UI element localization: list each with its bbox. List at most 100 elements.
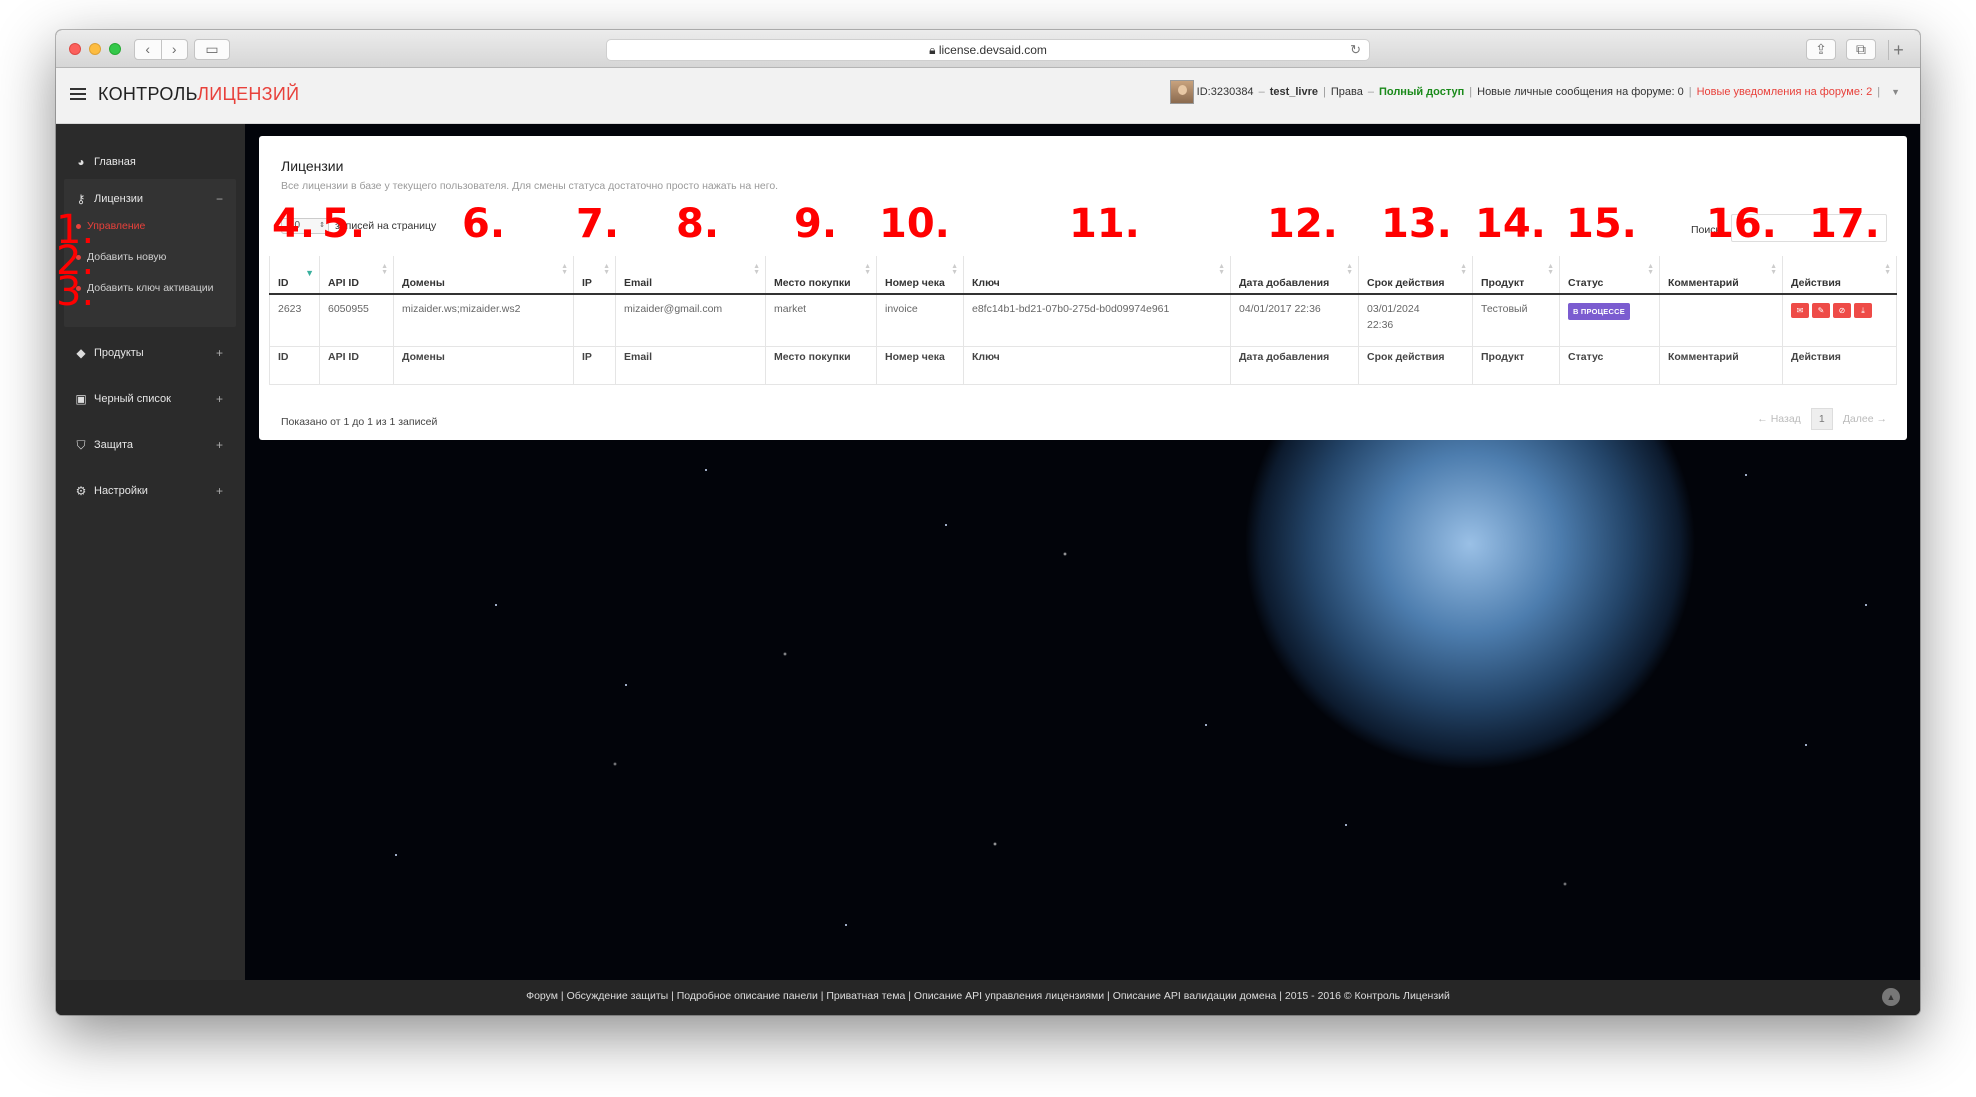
back-arrow-icon[interactable]: ‹ — [135, 40, 161, 59]
expand-icon[interactable]: + — [216, 438, 223, 452]
annotation-number: 6. — [462, 201, 506, 247]
minimize-window-button[interactable] — [89, 43, 101, 55]
col-footer-api-id: API ID — [319, 345, 394, 385]
forum-notifications[interactable]: Новые уведомления на форуме: 2 — [1697, 86, 1873, 98]
separator: | — [1469, 86, 1473, 98]
cell-added: 04/01/2017 22:36 — [1230, 293, 1359, 347]
sort-icon: ▲ ▼ — [1770, 263, 1777, 276]
col-footer-status: Статус — [1559, 345, 1660, 385]
separator: – — [1367, 86, 1374, 98]
sort-icon: ▲ ▼ — [1647, 263, 1654, 276]
cell-comment — [1659, 293, 1783, 347]
menu-icon[interactable] — [70, 88, 86, 100]
zoom-window-button[interactable] — [109, 43, 121, 55]
col-footer-expires: Срок действия — [1358, 345, 1473, 385]
col-header-api-id[interactable]: 5. API ID ▲ ▼ — [319, 204, 394, 295]
col-header-product[interactable]: 14. Продукт ▲ ▼ — [1472, 204, 1560, 295]
tabs-overview-icon[interactable]: ⧉ — [1846, 39, 1876, 60]
sidebar-item-home[interactable]: ◕ Главная — [56, 147, 245, 177]
cell-api-id: 6050955 — [319, 293, 394, 347]
reload-icon[interactable]: ↻ — [1350, 40, 1361, 60]
expand-icon[interactable]: + — [216, 392, 223, 406]
pagination: ← Назад 1 Далее → — [1757, 408, 1887, 430]
sort-icon: ▲ ▼ — [951, 263, 958, 276]
col-header-expires[interactable]: 13. Срок действия ▲ ▼ — [1358, 204, 1473, 295]
annotation-number: 9. — [794, 201, 838, 247]
envelope-icon[interactable]: ✉ — [1791, 303, 1809, 318]
share-icon[interactable]: ⇪ — [1806, 39, 1836, 60]
rights-value: Полный доступ — [1378, 86, 1465, 98]
col-header-id[interactable]: 4. ID ▼ — [269, 204, 320, 295]
status-badge[interactable]: В ПРОЦЕССЕ — [1568, 303, 1630, 320]
col-header-comment[interactable]: 16. Комментарий ▲ ▼ — [1659, 204, 1783, 295]
col-footer-product: Продукт — [1472, 345, 1560, 385]
footer-links[interactable]: Форум | Обсуждение защиты | Подробное оп… — [526, 990, 1450, 1002]
col-header-place[interactable]: 9. Место покупки ▲ ▼ — [765, 204, 877, 295]
col-header-email[interactable]: 8. Email ▲ ▼ — [615, 204, 766, 295]
sidebar-toggle-icon[interactable]: ▭ — [194, 39, 230, 60]
sort-icon: ▲ ▼ — [1346, 263, 1353, 276]
cell-id: 2623 — [269, 293, 320, 347]
sidebar-item-blacklist[interactable]: ▣ Черный список + — [56, 384, 245, 414]
sidebar-item-settings[interactable]: ⚙ Настройки + — [56, 476, 245, 506]
col-footer-comment: Комментарий — [1659, 345, 1783, 385]
collapse-icon[interactable]: − — [216, 192, 223, 206]
col-footer-receipt: Номер чека — [876, 345, 964, 385]
col-footer-place: Место покупки — [765, 345, 877, 385]
browser-window: ‹ › ▭ 🔒︎ license.devsaid.com ↻ ⇪ ⧉ + КОН… — [56, 30, 1920, 1015]
annotation-number: 4. — [272, 201, 316, 247]
col-header-key[interactable]: 11. Ключ ▲ ▼ — [963, 204, 1231, 295]
col-footer-domains: Домены — [393, 345, 574, 385]
sidebar-subitem-label: Управление — [87, 220, 146, 232]
close-window-button[interactable] — [69, 43, 81, 55]
col-header-status[interactable]: 15. Статус ▲ ▼ — [1559, 204, 1660, 295]
col-header-added[interactable]: 12. Дата добавления ▲ ▼ — [1230, 204, 1359, 295]
sidebar-item-products[interactable]: ◆ Продукты + — [56, 338, 245, 368]
sort-asc-icon: ▼ — [305, 268, 314, 278]
cell-status: В ПРОЦЕССЕ — [1559, 293, 1660, 347]
col-header-receipt[interactable]: 10. Номер чека ▲ ▼ — [876, 204, 964, 295]
page-button-1[interactable]: 1 — [1810, 408, 1833, 430]
annotation-number: 3. — [56, 269, 95, 315]
col-header-domains[interactable]: 6. Домены ▲ ▼ — [393, 204, 574, 295]
username[interactable]: test_livre — [1270, 86, 1318, 98]
next-page-button[interactable]: Далее → — [1843, 413, 1887, 425]
shield-icon: ⛉ — [76, 437, 86, 452]
avatar[interactable] — [1169, 80, 1194, 104]
sidebar-item-label: Лицензии — [94, 193, 144, 205]
app-header: КОНТРОЛЬЛИЦЕНЗИЙ ID:3230384 – test_livre… — [56, 68, 1920, 124]
edit-icon[interactable]: ✎ — [1812, 303, 1830, 318]
annotation-number: 17. — [1809, 201, 1880, 247]
address-bar[interactable]: 🔒︎ license.devsaid.com ↻ — [606, 39, 1370, 61]
key-icon: ⚷ — [76, 192, 86, 206]
prev-page-button[interactable]: ← Назад — [1757, 413, 1801, 425]
col-header-actions[interactable]: 17. Действия ▲ ▼ — [1782, 204, 1897, 295]
expand-icon[interactable]: + — [216, 346, 223, 360]
dashboard-icon: ◕ — [77, 155, 85, 169]
sidebar: ◕ Главная ⚷ Лицензии − Управление Добави… — [56, 124, 245, 980]
forward-arrow-icon[interactable]: › — [160, 40, 188, 59]
url-text: license.devsaid.com — [938, 43, 1047, 57]
table-row[interactable]: 2623 6050955 mizaider.ws;mizaider.ws2 mi… — [269, 293, 1897, 347]
block-icon[interactable]: ⊘ — [1833, 303, 1851, 318]
new-tab-icon[interactable]: + — [1888, 40, 1908, 60]
cell-place: market — [765, 293, 877, 347]
annotation-number: 16. — [1706, 201, 1777, 247]
sidebar-subitem-add-activation-key[interactable]: Добавить ключ активации — [76, 282, 213, 294]
sort-icon: ▲ ▼ — [753, 263, 760, 276]
table-footer-row: ID API ID Домены IP Email Место покупки … — [269, 345, 1897, 385]
forum-messages[interactable]: Новые личные сообщения на форуме: 0 — [1477, 86, 1684, 98]
expand-icon[interactable]: + — [216, 484, 223, 498]
col-header-ip[interactable]: 7. IP ▲ ▼ — [573, 204, 619, 295]
brand-logo[interactable]: КОНТРОЛЬЛИЦЕНЗИЙ — [98, 84, 299, 105]
sort-icon: ▲ ▼ — [1460, 263, 1467, 276]
app-body: ◕ Главная ⚷ Лицензии − Управление Добави… — [56, 124, 1920, 980]
cell-expires: 03/01/2024 22:36 — [1358, 293, 1473, 347]
scroll-top-icon[interactable]: ▲ — [1882, 988, 1900, 1006]
sidebar-item-protection[interactable]: ⛉ Защита + — [56, 430, 245, 460]
tags-icon: ◆ — [76, 346, 86, 360]
chevron-down-icon[interactable]: ▼ — [1891, 87, 1900, 97]
annotation-number: 14. — [1475, 201, 1546, 247]
page-subtitle: Все лицензии в базе у текущего пользоват… — [281, 180, 779, 192]
download-icon[interactable]: ⤓ — [1854, 303, 1872, 318]
